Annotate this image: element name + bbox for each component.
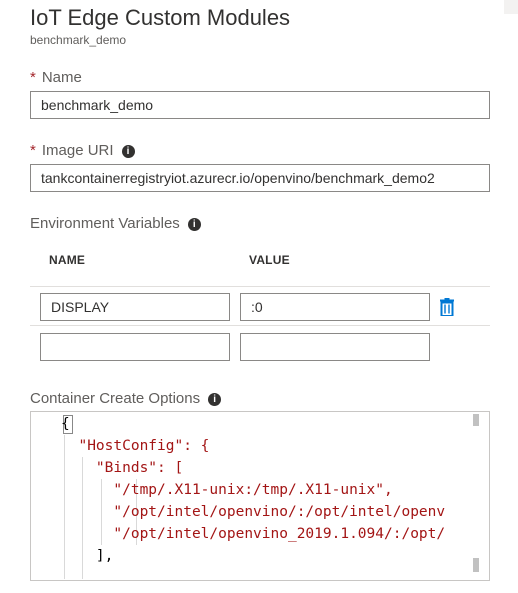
code-line: "/opt/intel/openvino/:/opt/intel/openv	[61, 504, 446, 520]
name-label: * Name	[30, 69, 82, 86]
env-value-input[interactable]	[240, 333, 430, 361]
code-line: "/opt/intel/openvino_2019.1.094/:/opt/	[61, 526, 446, 542]
code-line: "/tmp/.X11-unix:/tmp/.X11-unix",	[61, 482, 393, 498]
name-input[interactable]: benchmark_demo	[30, 91, 490, 119]
image-uri-input[interactable]: tankcontainerregistryiot.azurecr.io/open…	[30, 164, 490, 192]
column-header-value: VALUE	[249, 253, 290, 267]
page-title: IoT Edge Custom Modules	[30, 5, 291, 30]
scrollbar-thumb[interactable]	[473, 558, 479, 572]
env-name-input[interactable]: DISPLAY	[40, 293, 230, 321]
required-mark: *	[30, 142, 36, 159]
env-value-input[interactable]: :0	[240, 293, 430, 321]
code-line: {	[61, 416, 70, 432]
create-options-editor[interactable]: { "HostConfig": { "Binds": [ "/tmp/.X11-…	[30, 411, 490, 581]
env-name-input[interactable]	[40, 333, 230, 361]
image-uri-label-text: Image URI	[41, 142, 114, 159]
code-line: "HostConfig": {	[61, 438, 210, 454]
create-options-label: Container Create Options i	[30, 390, 222, 407]
code-line: ],	[61, 548, 114, 564]
info-icon[interactable]: i	[208, 393, 222, 406]
trash-icon[interactable]	[440, 298, 454, 316]
scrollbar-thumb[interactable]	[473, 414, 479, 426]
required-mark: *	[30, 69, 36, 86]
row-divider	[30, 325, 490, 326]
info-icon[interactable]: i	[121, 145, 135, 158]
page-subtitle: benchmark_demo	[30, 33, 127, 47]
editor-gutter	[31, 412, 61, 580]
info-icon[interactable]: i	[187, 218, 201, 231]
env-vars-label: Environment Variables i	[30, 215, 201, 232]
row-divider	[30, 286, 490, 287]
column-header-name: NAME	[49, 253, 86, 267]
editor-code[interactable]: { "HostConfig": { "Binds": [ "/tmp/.X11-…	[61, 413, 471, 579]
code-line: "Binds": [	[61, 460, 184, 476]
editor-scrollbar[interactable]	[471, 412, 485, 580]
create-options-label-text: Container Create Options	[30, 390, 201, 407]
image-uri-label: * Image URI i	[30, 142, 135, 159]
window-corner	[504, 0, 518, 14]
name-label-text: Name	[41, 69, 82, 86]
env-vars-label-text: Environment Variables	[30, 215, 180, 232]
